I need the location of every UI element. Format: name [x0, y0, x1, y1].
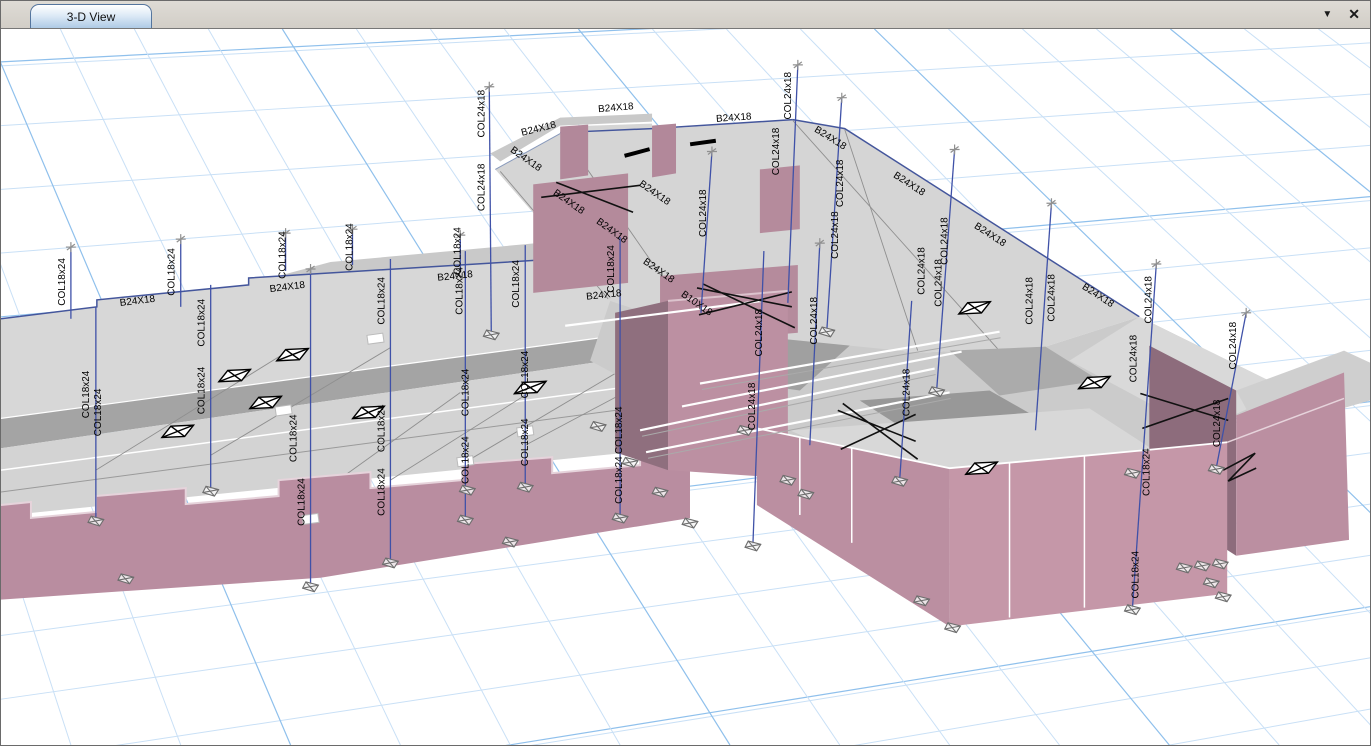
svg-text:COL24x18: COL24x18 — [476, 89, 487, 137]
3d-model-canvas[interactable]: B24X18B24X18B24X18B24X18B24X18B24X18B24X… — [1, 28, 1370, 745]
svg-text:B24X18: B24X18 — [598, 101, 635, 115]
svg-text:COL18x24: COL18x24 — [460, 436, 471, 484]
svg-text:COL24x18: COL24x18 — [747, 382, 758, 430]
app-window: 3-D View ▼ ✕ — [0, 0, 1371, 746]
svg-text:COL18x24: COL18x24 — [197, 299, 208, 347]
svg-text:COL24x18: COL24x18 — [934, 259, 945, 307]
3d-structural-view: B24X18B24X18B24X18B24X18B24X18B24X18B24X… — [1, 29, 1370, 745]
svg-text:COL24x18: COL24x18 — [1128, 334, 1139, 382]
svg-text:COL24x18: COL24x18 — [835, 159, 846, 207]
svg-text:COL18x24: COL18x24 — [297, 478, 308, 526]
svg-text:COL24x18: COL24x18 — [1024, 277, 1035, 325]
svg-text:COL18x24: COL18x24 — [376, 468, 387, 516]
svg-text:COL24x18: COL24x18 — [809, 297, 820, 345]
svg-text:COL24x18: COL24x18 — [917, 247, 928, 295]
close-icon[interactable]: ✕ — [1348, 6, 1360, 23]
svg-text:COL18x24: COL18x24 — [376, 404, 387, 452]
svg-text:COL24x18: COL24x18 — [771, 127, 782, 175]
svg-text:COL18x24: COL18x24 — [197, 366, 208, 414]
svg-text:COL18x24: COL18x24 — [520, 418, 531, 466]
svg-text:COL18x24: COL18x24 — [460, 368, 471, 416]
svg-text:COL18x24: COL18x24 — [81, 370, 92, 418]
tab-3d-view[interactable]: 3-D View — [30, 4, 152, 29]
view-tab-bar: 3-D View ▼ ✕ — [1, 1, 1370, 29]
svg-text:COL18x24: COL18x24 — [93, 388, 104, 436]
svg-text:COL18x24: COL18x24 — [614, 456, 625, 504]
svg-text:COL24x18: COL24x18 — [1228, 321, 1239, 369]
svg-text:COL18x24: COL18x24 — [1130, 550, 1141, 598]
svg-text:COL24x18: COL24x18 — [1212, 399, 1223, 447]
svg-text:COL24x18: COL24x18 — [1143, 276, 1154, 324]
svg-text:COL24x18: COL24x18 — [698, 189, 709, 237]
svg-text:COL18x24: COL18x24 — [167, 248, 178, 296]
svg-text:COL24x18: COL24x18 — [902, 368, 913, 416]
svg-text:COL24x18: COL24x18 — [783, 71, 794, 119]
svg-text:COL18x24: COL18x24 — [57, 258, 68, 306]
svg-text:COL24x18: COL24x18 — [754, 308, 765, 356]
svg-text:COL18x24: COL18x24 — [520, 350, 531, 398]
svg-text:COL18x24: COL18x24 — [278, 231, 289, 279]
dropdown-arrow-icon[interactable]: ▼ — [1322, 9, 1332, 20]
window-buttons: ▼ ✕ — [1322, 1, 1360, 28]
svg-text:COL18x24: COL18x24 — [1141, 448, 1152, 496]
svg-text:COL24x18: COL24x18 — [476, 163, 487, 211]
svg-text:COL18x24: COL18x24 — [606, 245, 617, 293]
svg-text:COL18x24: COL18x24 — [289, 414, 300, 462]
svg-text:COL18x24: COL18x24 — [614, 406, 625, 454]
tab-3d-view-label: 3-D View — [67, 10, 115, 24]
svg-text:COL24x18: COL24x18 — [830, 211, 841, 259]
svg-text:COL24x18: COL24x18 — [940, 217, 951, 265]
svg-text:COL18x24: COL18x24 — [511, 260, 522, 308]
svg-text:COL18x24: COL18x24 — [376, 277, 387, 325]
svg-text:COL18x24: COL18x24 — [454, 267, 465, 315]
svg-text:COL24x18: COL24x18 — [1046, 274, 1057, 322]
svg-text:COL18x24: COL18x24 — [344, 223, 355, 271]
